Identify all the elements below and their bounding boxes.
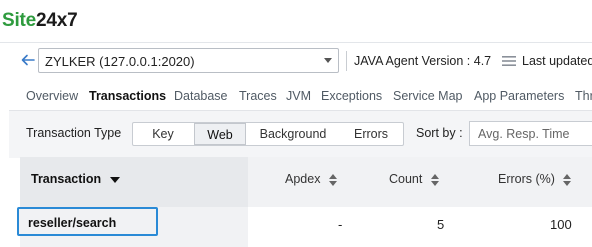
column-header-apdex-label: Apdex	[285, 172, 321, 186]
transaction-type-segmented-control: Key Web Background Errors	[132, 122, 404, 146]
monitor-header: ZYLKER (127.0.0.1:2020) JAVA Agent Versi…	[0, 45, 592, 79]
last-updated-text: Last updated	[522, 54, 592, 68]
divider	[346, 51, 347, 71]
sort-icon	[430, 173, 439, 186]
errors-cell: 100	[550, 217, 572, 232]
list-icon[interactable]	[502, 55, 516, 67]
tab-traces[interactable]: Traces	[239, 89, 277, 103]
tab-transactions[interactable]: Transactions	[89, 89, 166, 103]
agent-version-text: JAVA Agent Version : 4.7	[354, 54, 492, 68]
sort-icon	[328, 173, 337, 186]
tab-database[interactable]: Database	[174, 89, 228, 103]
chevron-down-icon	[324, 58, 332, 63]
apdex-cell: -	[338, 217, 343, 232]
type-background-button[interactable]: Background	[247, 123, 339, 145]
column-header-count-label: Count	[389, 172, 423, 186]
transaction-cell-highlight[interactable]: reseller/search	[17, 207, 158, 236]
tab-exceptions[interactable]: Exceptions	[321, 89, 382, 103]
type-web-button[interactable]: Web	[194, 123, 246, 145]
column-header-errors-label: Errors (%)	[498, 172, 555, 186]
column-header-apdex[interactable]: Apdex	[285, 172, 337, 186]
type-errors-button[interactable]: Errors	[340, 123, 402, 145]
sort-by-value: Avg. Resp. Time	[478, 127, 570, 141]
count-cell: 5	[437, 217, 445, 232]
filter-bar: Transaction Type Key Web Background Erro…	[9, 110, 592, 158]
site24x7-logo[interactable]: Site24x7	[2, 10, 78, 32]
top-bar: Site24x7	[0, 0, 592, 43]
column-header-transaction[interactable]: Transaction	[31, 172, 120, 186]
tab-app-parameters[interactable]: App Parameters	[474, 89, 564, 103]
monitor-select-value: ZYLKER (127.0.0.1:2020)	[45, 54, 195, 69]
column-header-transaction-label: Transaction	[31, 172, 102, 186]
tab-jvm[interactable]: JVM	[286, 89, 311, 103]
column-header-errors[interactable]: Errors (%)	[498, 172, 572, 186]
column-header-count[interactable]: Count	[389, 172, 439, 186]
table-header: Transaction Apdex Count Errors (%)	[20, 157, 592, 208]
tab-overview[interactable]: Overview	[26, 89, 78, 103]
logo-number-text: 24x7	[36, 10, 78, 31]
back-arrow-icon[interactable]	[20, 52, 36, 68]
monitor-select[interactable]: ZYLKER (127.0.0.1:2020)	[38, 48, 339, 73]
tab-bar: Overview Transactions Database Traces JV…	[0, 86, 592, 108]
transaction-type-label: Transaction Type	[26, 126, 122, 140]
type-key-button[interactable]: Key	[133, 123, 193, 145]
sort-by-select[interactable]: Avg. Resp. Time	[469, 121, 592, 146]
logo-site-text: Site	[2, 10, 37, 31]
sort-desc-icon	[109, 176, 120, 183]
transaction-name[interactable]: reseller/search	[28, 216, 116, 230]
sort-icon	[563, 173, 572, 186]
table-row[interactable]: reseller/search - 5 100	[17, 207, 592, 247]
sort-by-label: Sort by :	[416, 126, 463, 140]
tab-service-map[interactable]: Service Map	[393, 89, 462, 103]
tab-threads[interactable]: Thr	[575, 89, 592, 103]
